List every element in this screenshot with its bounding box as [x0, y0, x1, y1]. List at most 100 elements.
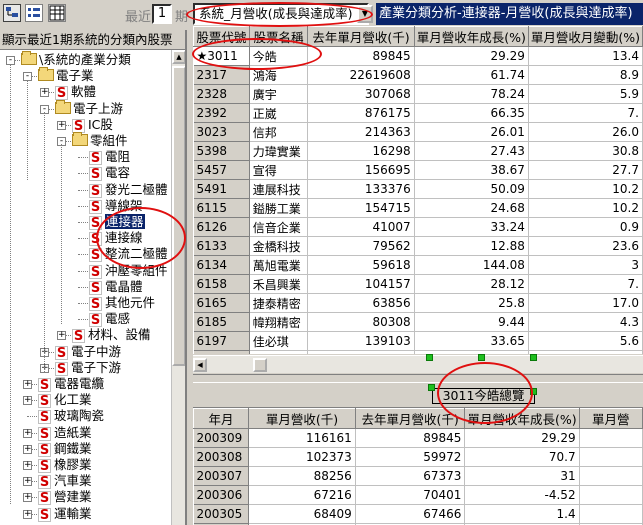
- stock-name-cell[interactable]: 正崴: [249, 103, 309, 123]
- value-cell[interactable]: 27.7: [528, 160, 643, 180]
- stock-code-cell[interactable]: 2317: [193, 65, 250, 85]
- value-cell[interactable]: 7.: [528, 103, 643, 123]
- tree-item[interactable]: S 其他元件: [89, 295, 155, 312]
- value-cell[interactable]: 102373: [248, 447, 356, 467]
- value-cell[interactable]: 26.0: [528, 122, 643, 142]
- value-cell[interactable]: 16298: [307, 141, 415, 161]
- grid-view-icon[interactable]: [48, 4, 66, 22]
- expand-icon[interactable]: +: [23, 380, 32, 389]
- expand-icon[interactable]: +: [23, 396, 32, 406]
- column-header[interactable]: 單月營收年成長(%): [413, 26, 529, 47]
- value-cell[interactable]: 3: [528, 255, 643, 275]
- tree-item[interactable]: S 發光二極體: [89, 182, 168, 198]
- value-cell[interactable]: -3.2: [528, 350, 643, 354]
- table-row[interactable]: 200309 116161 89845 29.29: [193, 428, 643, 448]
- stock-code-cell[interactable]: 6133: [193, 236, 250, 256]
- stock-code-cell[interactable]: 6197: [193, 331, 250, 351]
- value-cell[interactable]: 144.08: [414, 255, 529, 275]
- expand-icon[interactable]: +: [40, 88, 49, 98]
- resize-handle[interactable]: [428, 384, 435, 391]
- tree-item[interactable]: S IC股: [72, 117, 113, 133]
- horizontal-scroll-thumb[interactable]: [253, 358, 267, 372]
- period-input[interactable]: 1: [152, 4, 172, 24]
- year-month-cell[interactable]: 200306: [193, 485, 250, 505]
- value-cell[interactable]: -4.52: [464, 485, 580, 505]
- value-cell[interactable]: 67466: [355, 504, 466, 524]
- value-cell[interactable]: [579, 485, 643, 505]
- column-header[interactable]: 單月營收月變動(%): [527, 26, 643, 47]
- stock-name-cell[interactable]: 信音企業: [249, 217, 309, 237]
- value-cell[interactable]: 24.68: [414, 198, 529, 218]
- value-cell[interactable]: 26.01: [414, 122, 529, 142]
- tree-item[interactable]: S 整流二極體: [89, 246, 168, 263]
- stock-name-cell[interactable]: 力瑋實業: [249, 141, 309, 161]
- stock-code-cell[interactable]: 5398: [193, 141, 250, 161]
- expand-icon[interactable]: +: [57, 120, 66, 130]
- value-cell[interactable]: 139103: [307, 331, 415, 351]
- stock-name-cell[interactable]: 宣得: [249, 160, 309, 180]
- value-cell[interactable]: 41007: [307, 217, 415, 237]
- column-header[interactable]: 單月營收年成長(%): [464, 408, 580, 429]
- value-cell[interactable]: 61.74: [414, 65, 529, 85]
- value-cell[interactable]: [579, 466, 643, 486]
- stock-table-horizontal-scrollbar[interactable]: ◀: [193, 355, 643, 373]
- value-cell[interactable]: 10.2: [528, 179, 643, 199]
- value-cell[interactable]: 28.12: [414, 274, 529, 294]
- value-cell[interactable]: 66.35: [414, 103, 529, 123]
- tree-item[interactable]: S 玻璃陶瓷: [38, 408, 104, 425]
- value-cell[interactable]: 33.24: [414, 217, 529, 237]
- table-row[interactable]: 6158 禾昌興業 104157 28.12 7.: [193, 274, 643, 294]
- summary-title[interactable]: 3011今皓總覽: [432, 388, 535, 404]
- resize-handle[interactable]: [530, 388, 537, 395]
- value-cell[interactable]: 17.0: [528, 293, 643, 313]
- value-cell[interactable]: 78.24: [414, 84, 529, 104]
- tree-item[interactable]: 電子上游: [55, 99, 123, 117]
- value-cell[interactable]: [579, 447, 643, 467]
- column-header[interactable]: 去年單月營收(千): [307, 26, 415, 47]
- value-cell[interactable]: 38.67: [414, 160, 529, 180]
- tree-item[interactable]: S 電子中游: [55, 344, 121, 360]
- scroll-up-icon[interactable]: ▲: [172, 50, 185, 64]
- stock-name-cell[interactable]: 今皓: [249, 46, 309, 66]
- stock-name-cell[interactable]: 詮欣: [249, 350, 309, 354]
- tree-item[interactable]: \系統的產業分類: [21, 51, 131, 68]
- value-cell[interactable]: 7.: [528, 274, 643, 294]
- stock-name-cell[interactable]: 捷泰精密: [249, 293, 309, 313]
- column-header[interactable]: 股票名稱: [248, 26, 309, 47]
- value-cell[interactable]: [579, 504, 643, 524]
- value-cell[interactable]: 88256: [248, 466, 356, 486]
- value-cell[interactable]: 29.29: [414, 46, 529, 66]
- table-row[interactable]: 6185 幃翔精密 80308 9.44 4.3: [193, 312, 643, 332]
- tree-item[interactable]: S 電器電纜: [38, 376, 104, 393]
- table-row[interactable]: 5457 宣得 156695 38.67 27.7: [193, 160, 643, 180]
- table-row[interactable]: ★3011 今皓 89845 29.29 13.4: [193, 46, 643, 66]
- value-cell[interactable]: 1.4: [464, 504, 580, 524]
- table-row[interactable]: 2328 廣宇 307068 78.24 5.9: [193, 84, 643, 104]
- year-month-cell[interactable]: 200307: [193, 466, 250, 486]
- expand-icon[interactable]: +: [23, 444, 32, 454]
- stock-code-cell[interactable]: 6165: [193, 293, 250, 313]
- value-cell[interactable]: 63856: [307, 293, 415, 313]
- tree-item[interactable]: S 運輸業: [38, 506, 92, 522]
- expand-icon[interactable]: +: [23, 461, 32, 470]
- table-row[interactable]: 200307 88256 67373 31: [193, 466, 643, 486]
- table-row[interactable]: 6126 信音企業 41007 33.24 0.9: [193, 217, 643, 237]
- table-row[interactable]: 6205詮欣6589225.01-3.2: [193, 350, 643, 354]
- value-cell[interactable]: 13.4: [528, 46, 643, 66]
- value-cell[interactable]: 67373: [355, 466, 466, 486]
- stock-code-cell[interactable]: 2392: [193, 103, 250, 123]
- table-row[interactable]: 2317 鴻海 22619608 61.74 8.9: [193, 65, 643, 85]
- stock-name-cell[interactable]: 金橋科技: [249, 236, 309, 256]
- table-row[interactable]: 200305 68409 67466 1.4: [193, 504, 643, 524]
- table-row[interactable]: 6133 金橋科技 79562 12.88 23.6: [193, 236, 643, 256]
- expand-icon[interactable]: +: [23, 509, 32, 519]
- value-cell[interactable]: 65892: [307, 350, 415, 354]
- value-cell[interactable]: 0.9: [528, 217, 643, 237]
- column-header[interactable]: 單月營收(千): [248, 408, 356, 429]
- tree-item[interactable]: S 軟體: [55, 84, 96, 101]
- value-cell[interactable]: 22619608: [307, 65, 415, 85]
- tree-item[interactable]: S 導線架: [89, 198, 143, 214]
- value-cell[interactable]: 70.7: [464, 447, 580, 467]
- tree-item[interactable]: 零組件: [72, 132, 128, 149]
- table-row[interactable]: 6165 捷泰精密 63856 25.8 17.0: [193, 293, 643, 313]
